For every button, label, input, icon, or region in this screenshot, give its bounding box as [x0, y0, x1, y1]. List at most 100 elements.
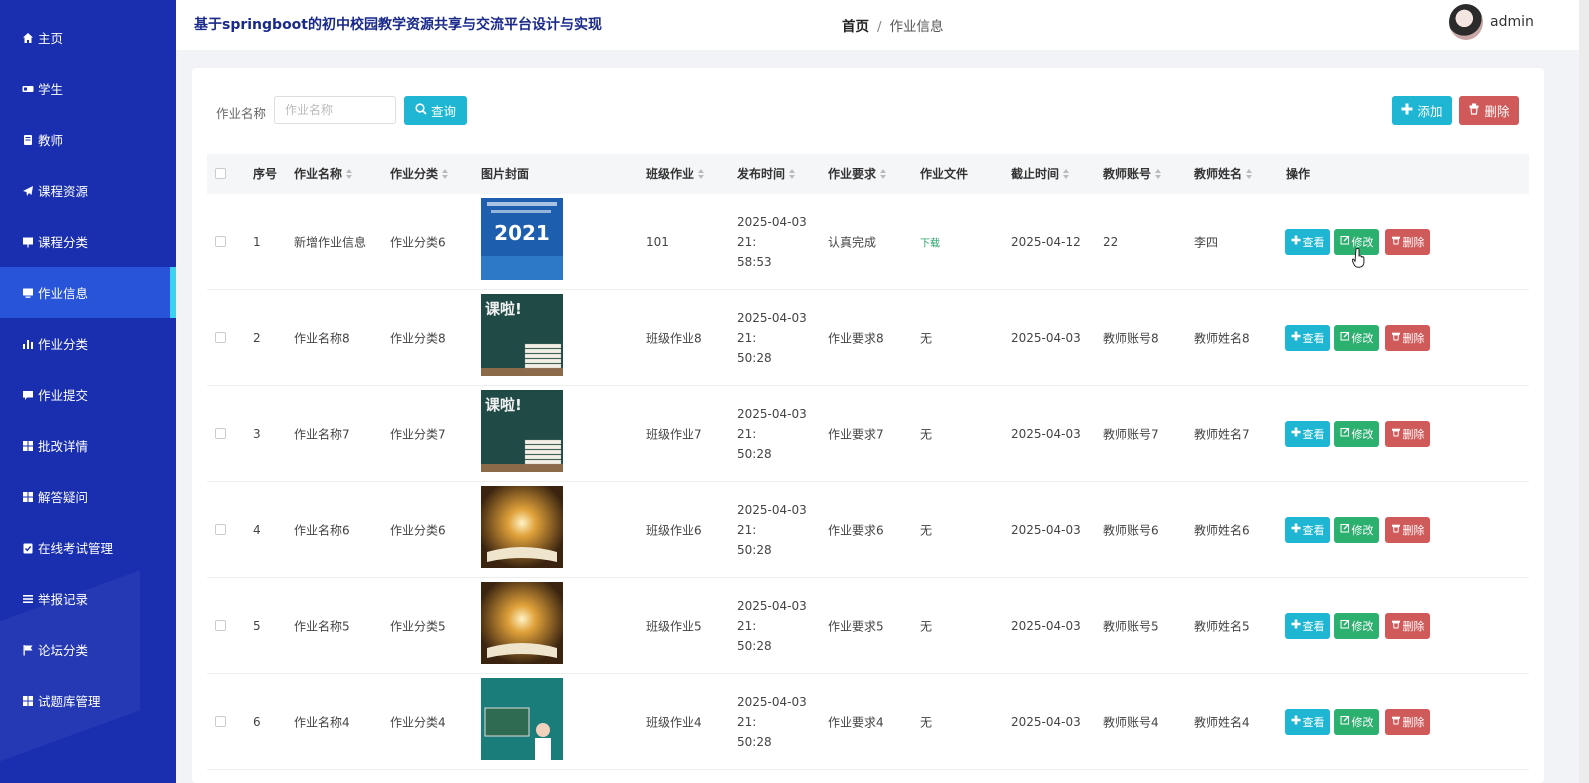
sort-icon[interactable]: [1246, 168, 1253, 179]
cell-no: 6: [253, 714, 261, 729]
edit-icon: [1340, 523, 1350, 536]
delete-button[interactable]: 删除: [1385, 516, 1430, 543]
column-header-4[interactable]: 班级作业: [646, 154, 705, 194]
publish-clock: 50:28: [737, 734, 772, 749]
view-label: 查看: [1302, 235, 1325, 249]
download-link[interactable]: 下载: [920, 234, 940, 249]
column-header-label: 作业文件: [920, 167, 969, 181]
view-button[interactable]: 查看: [1285, 228, 1330, 255]
delete-button[interactable]: 删除: [1385, 228, 1430, 255]
sort-icon[interactable]: [1155, 168, 1162, 179]
view-button[interactable]: 查看: [1285, 516, 1330, 543]
row-checkbox[interactable]: [215, 332, 226, 343]
column-header-label: 教师账号: [1103, 167, 1152, 181]
column-header-9[interactable]: 教师账号: [1103, 154, 1162, 194]
edit-button[interactable]: 修改: [1334, 708, 1379, 735]
cell-class-homework: 班级作业8: [646, 331, 702, 345]
sidebar-item-4[interactable]: 课程分类: [0, 216, 176, 267]
cell-teacher-name: 教师姓名6: [1194, 523, 1250, 537]
column-header-1[interactable]: 作业名称: [294, 154, 353, 194]
table-header: 序号 作业名称 作业分类 图片封面 班级作业 发布时间 作业要求 作业文件 截止时间 教师账号 教师…: [207, 154, 1529, 194]
query-label: 查询: [430, 104, 456, 119]
sidebar-item-9[interactable]: 解答疑问: [0, 471, 176, 522]
batch-delete-button[interactable]: 删除: [1459, 96, 1519, 125]
breadcrumb-current: 作业信息: [889, 19, 944, 35]
delete-button[interactable]: 删除: [1385, 420, 1430, 447]
cell-file: 无: [920, 523, 933, 537]
cell-no: 3: [253, 426, 261, 441]
row-checkbox[interactable]: [215, 524, 226, 535]
publish-date: 2025-04-03 21:: [737, 694, 807, 729]
edit-button[interactable]: 修改: [1334, 324, 1379, 351]
table-row: 1 新增作业信息 作业分类6 2021 101 2025-04-03 21: 58:53 认真…: [207, 194, 1529, 290]
content-card: 作业名称 查询 添加 删除 序号作业名称作业分类图片封面班级作业发布时间作业要求…: [192, 68, 1544, 783]
column-header-8[interactable]: 截止时间: [1011, 154, 1070, 194]
row-checkbox[interactable]: [215, 236, 226, 247]
edit-label: 修改: [1351, 523, 1374, 537]
row-checkbox[interactable]: [215, 620, 226, 631]
cell-no: 1: [253, 234, 261, 249]
view-button[interactable]: 查看: [1285, 420, 1330, 447]
view-button[interactable]: 查看: [1285, 324, 1330, 351]
id-card-icon: [22, 83, 34, 95]
cover-chalk-text: 课啦!: [485, 300, 522, 318]
column-header-2[interactable]: 作业分类: [390, 154, 449, 194]
sidebar-item-label: 在线考试管理: [38, 541, 114, 556]
cell-file: 无: [920, 331, 933, 345]
cell-category: 作业分类5: [390, 619, 446, 633]
column-header-10[interactable]: 教师姓名: [1194, 154, 1253, 194]
cell-teacher-name: 教师姓名8: [1194, 331, 1250, 345]
sidebar-item-8[interactable]: 批改详情: [0, 420, 176, 471]
sidebar-item-5[interactable]: 作业信息: [0, 267, 176, 318]
sidebar-item-3[interactable]: 课程资源: [0, 165, 176, 216]
select-all-checkbox[interactable]: [215, 168, 226, 179]
delete-button[interactable]: 删除: [1385, 324, 1430, 351]
sidebar-item-11[interactable]: 举报记录: [0, 573, 176, 624]
sidebar-item-label: 课程资源: [38, 184, 89, 199]
column-header-label: 作业分类: [390, 167, 439, 181]
sidebar-item-12[interactable]: 论坛分类: [0, 624, 176, 675]
sidebar-item-7[interactable]: 作业提交: [0, 369, 176, 420]
row-checkbox[interactable]: [215, 428, 226, 439]
sort-icon[interactable]: [346, 168, 353, 179]
view-button[interactable]: 查看: [1285, 708, 1330, 735]
cell-category: 作业分类6: [390, 235, 446, 249]
table-row: 2 作业名称8 作业分类8 课啦! 班级作业8 2025-04-03 21: 50:28 作业…: [207, 290, 1529, 386]
avatar[interactable]: [1449, 4, 1483, 40]
publish-clock: 58:53: [737, 254, 772, 269]
column-header-6[interactable]: 作业要求: [828, 154, 887, 194]
edit-button[interactable]: 修改: [1334, 612, 1379, 639]
sidebar-item-label: 批改详情: [38, 439, 89, 454]
edit-button[interactable]: 修改: [1334, 516, 1379, 543]
delete-button[interactable]: 删除: [1385, 612, 1430, 639]
username[interactable]: admin: [1490, 14, 1534, 30]
view-button[interactable]: 查看: [1285, 612, 1330, 639]
search-input[interactable]: [274, 96, 396, 124]
column-header-5[interactable]: 发布时间: [737, 154, 796, 194]
sidebar-item-1[interactable]: 学生: [0, 63, 176, 114]
sort-icon[interactable]: [442, 168, 449, 179]
edit-button[interactable]: 修改: [1334, 420, 1379, 447]
sort-icon[interactable]: [880, 168, 887, 179]
query-button[interactable]: 查询: [404, 96, 467, 125]
sort-icon[interactable]: [789, 168, 796, 179]
sidebar-item-13[interactable]: 试题库管理: [0, 675, 176, 726]
delete-button[interactable]: 删除: [1385, 708, 1430, 735]
edit-icon: [1340, 715, 1350, 728]
add-button[interactable]: 添加: [1392, 96, 1452, 125]
cell-class-homework: 班级作业4: [646, 715, 702, 729]
sort-icon[interactable]: [1063, 168, 1070, 179]
sidebar-item-6[interactable]: 作业分类: [0, 318, 176, 369]
grid-icon: [22, 695, 34, 707]
cell-no: 2: [253, 330, 261, 345]
sidebar-item-0[interactable]: 主页: [0, 12, 176, 63]
sidebar-item-10[interactable]: 在线考试管理: [0, 522, 176, 573]
cell-publish-time: 2025-04-03 21: 50:28: [737, 308, 825, 368]
sidebar-item-2[interactable]: 教师: [0, 114, 176, 165]
sidebar-item-label: 作业信息: [38, 286, 89, 301]
sort-icon[interactable]: [698, 168, 705, 179]
row-checkbox[interactable]: [215, 716, 226, 727]
cell-file: 无: [920, 619, 933, 633]
scrollbar[interactable]: [1579, 0, 1589, 783]
breadcrumb-home[interactable]: 首页: [842, 19, 869, 35]
